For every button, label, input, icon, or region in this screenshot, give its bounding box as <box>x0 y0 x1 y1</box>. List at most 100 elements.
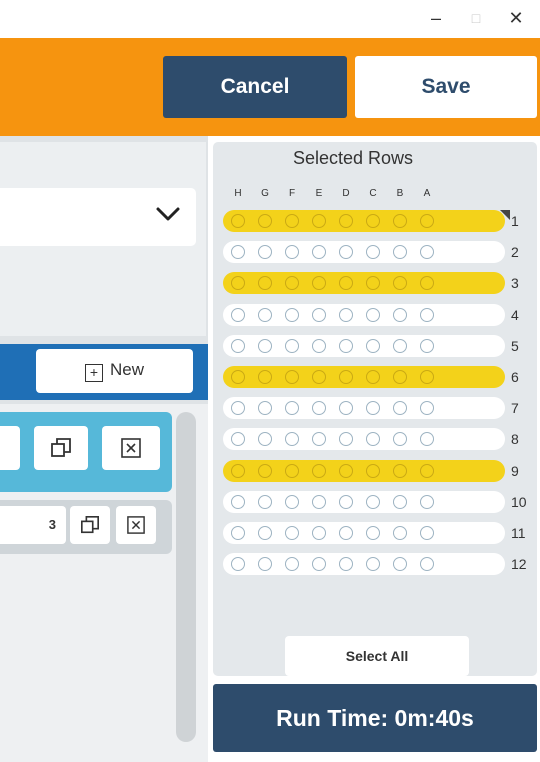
well-circle[interactable] <box>285 276 299 291</box>
well-circle[interactable] <box>420 557 434 572</box>
well-circle[interactable] <box>420 338 434 353</box>
well-circle[interactable] <box>258 338 272 353</box>
well-circle[interactable] <box>231 214 245 228</box>
well-circle[interactable] <box>420 401 434 416</box>
well-circle[interactable] <box>366 526 380 540</box>
well-circle[interactable] <box>258 557 272 572</box>
well-circle[interactable] <box>339 463 353 478</box>
well-circle[interactable] <box>393 276 407 291</box>
well-circle[interactable] <box>420 245 434 260</box>
well-circle[interactable] <box>258 307 272 322</box>
well-circle[interactable] <box>366 307 380 322</box>
well-circle[interactable] <box>285 526 299 540</box>
minimize-button[interactable]: – <box>424 6 448 30</box>
well-circle[interactable] <box>339 245 353 260</box>
well-circle[interactable] <box>258 276 272 291</box>
well-circle[interactable] <box>312 214 326 228</box>
well-circle[interactable] <box>231 494 245 509</box>
well-circle[interactable] <box>258 214 272 228</box>
well-circle[interactable] <box>312 245 326 260</box>
well-circle[interactable] <box>339 370 353 384</box>
well-circle[interactable] <box>258 370 272 384</box>
well-circle[interactable] <box>231 245 245 260</box>
well-circle[interactable] <box>285 432 299 447</box>
well-circle[interactable] <box>420 307 434 322</box>
item-field[interactable] <box>0 426 20 470</box>
row-10[interactable] <box>223 490 505 513</box>
well-circle[interactable] <box>312 432 326 447</box>
well-circle[interactable] <box>312 557 326 572</box>
well-circle[interactable] <box>393 370 407 384</box>
well-circle[interactable] <box>231 276 245 291</box>
item-number[interactable]: 3 <box>0 506 66 544</box>
well-circle[interactable] <box>393 401 407 416</box>
well-circle[interactable] <box>231 557 245 572</box>
row-6[interactable] <box>223 366 505 388</box>
well-circle[interactable] <box>231 432 245 447</box>
well-circle[interactable] <box>258 463 272 478</box>
cancel-button[interactable]: Cancel <box>163 56 347 118</box>
well-circle[interactable] <box>285 307 299 322</box>
well-circle[interactable] <box>312 463 326 478</box>
well-circle[interactable] <box>366 494 380 509</box>
well-circle[interactable] <box>339 526 353 540</box>
delete-button[interactable] <box>116 506 156 544</box>
well-circle[interactable] <box>393 463 407 478</box>
well-circle[interactable] <box>339 276 353 291</box>
row-4[interactable] <box>223 303 505 326</box>
delete-button[interactable] <box>102 426 160 470</box>
row-3[interactable] <box>223 272 505 295</box>
row-11[interactable] <box>223 522 505 544</box>
well-circle[interactable] <box>231 526 245 540</box>
well-circle[interactable] <box>231 307 245 322</box>
well-circle[interactable] <box>312 307 326 322</box>
well-circle[interactable] <box>366 214 380 228</box>
well-circle[interactable] <box>366 557 380 572</box>
row-5[interactable] <box>223 334 505 357</box>
dropdown-select[interactable] <box>0 188 196 246</box>
well-circle[interactable] <box>366 401 380 416</box>
maximize-button[interactable]: □ <box>464 6 488 30</box>
well-circle[interactable] <box>285 338 299 353</box>
well-circle[interactable] <box>312 494 326 509</box>
well-circle[interactable] <box>258 526 272 540</box>
select-all-button[interactable]: Select All <box>285 636 469 676</box>
row-7[interactable] <box>223 397 505 420</box>
well-circle[interactable] <box>366 370 380 384</box>
well-circle[interactable] <box>231 463 245 478</box>
duplicate-button[interactable] <box>70 506 110 544</box>
scrollbar[interactable] <box>176 412 196 742</box>
well-circle[interactable] <box>285 214 299 228</box>
well-circle[interactable] <box>339 338 353 353</box>
list-item[interactable]: 3 <box>0 500 172 554</box>
well-circle[interactable] <box>393 245 407 260</box>
well-circle[interactable] <box>285 401 299 416</box>
well-circle[interactable] <box>339 557 353 572</box>
well-circle[interactable] <box>366 338 380 353</box>
well-circle[interactable] <box>285 557 299 572</box>
well-circle[interactable] <box>285 245 299 260</box>
well-circle[interactable] <box>393 307 407 322</box>
well-circle[interactable] <box>420 463 434 478</box>
well-circle[interactable] <box>339 494 353 509</box>
well-circle[interactable] <box>339 214 353 228</box>
well-circle[interactable] <box>258 245 272 260</box>
well-circle[interactable] <box>393 526 407 540</box>
well-circle[interactable] <box>339 307 353 322</box>
well-circle[interactable] <box>420 526 434 540</box>
well-circle[interactable] <box>312 526 326 540</box>
well-circle[interactable] <box>420 214 434 228</box>
well-circle[interactable] <box>258 401 272 416</box>
row-8[interactable] <box>223 428 505 451</box>
save-button[interactable]: Save <box>355 56 537 118</box>
well-circle[interactable] <box>312 338 326 353</box>
well-circle[interactable] <box>420 494 434 509</box>
row-12[interactable] <box>223 553 505 576</box>
well-circle[interactable] <box>312 370 326 384</box>
well-circle[interactable] <box>393 432 407 447</box>
well-circle[interactable] <box>285 463 299 478</box>
well-circle[interactable] <box>366 463 380 478</box>
well-circle[interactable] <box>420 432 434 447</box>
well-circle[interactable] <box>231 370 245 384</box>
well-circle[interactable] <box>231 338 245 353</box>
